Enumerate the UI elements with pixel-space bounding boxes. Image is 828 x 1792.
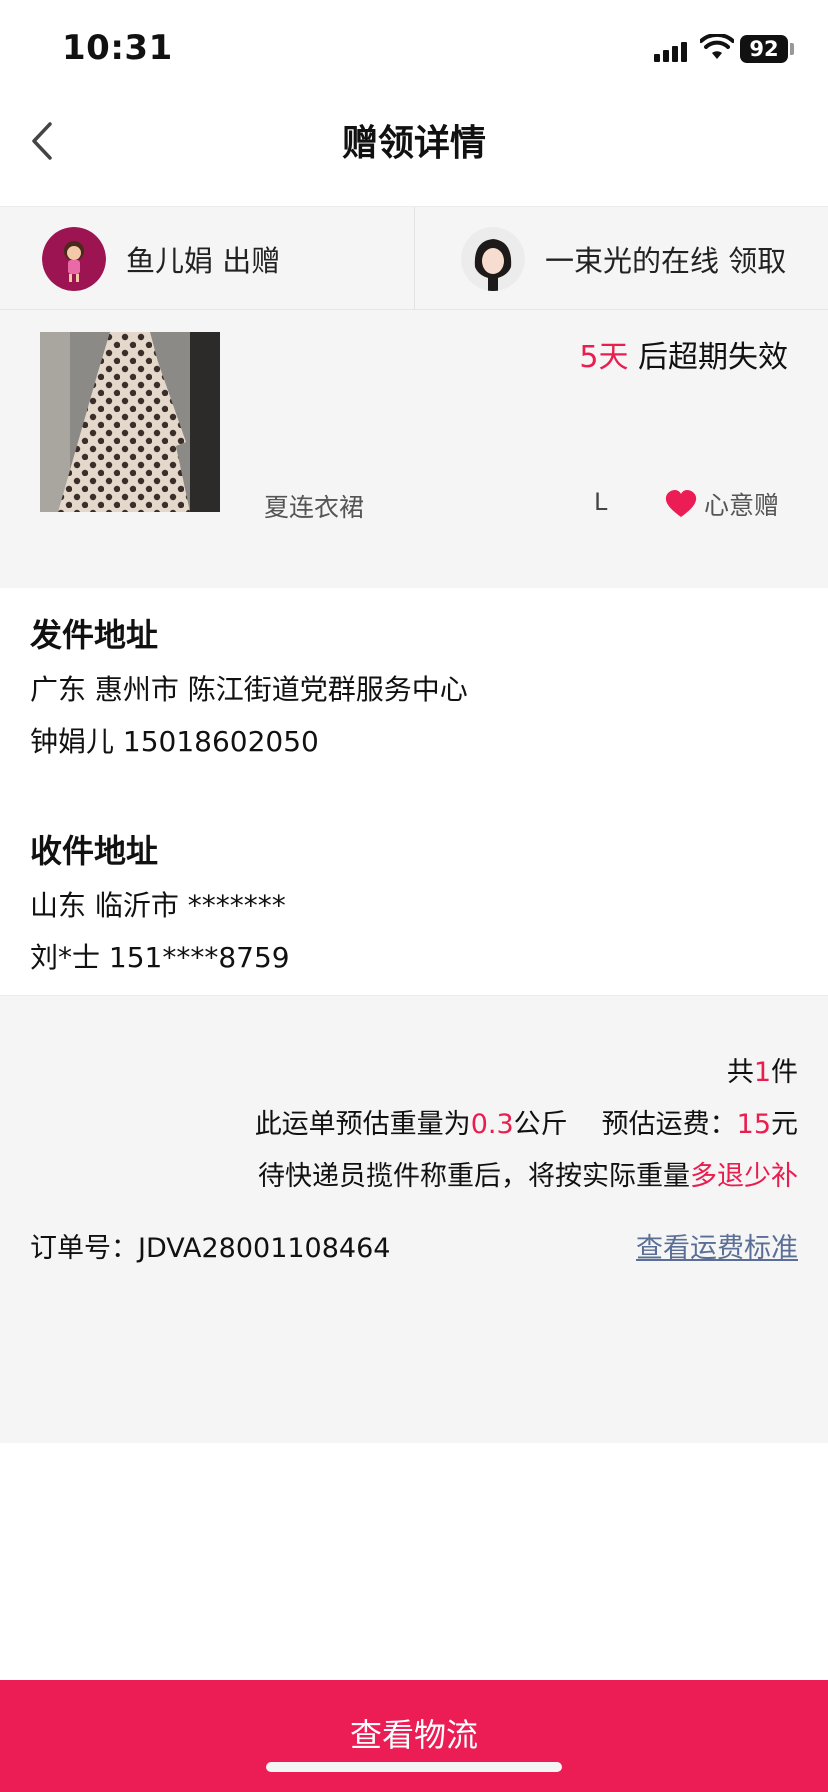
sender-contact: 钟娟儿 15018602050 <box>30 725 319 758</box>
giver-info[interactable]: 鱼儿娟 出赠 <box>0 207 413 311</box>
fee-standard-link[interactable]: 查看运费标准 <box>636 1226 798 1265</box>
sender-address-title: 发件地址 <box>30 616 159 654</box>
item-name: 夏连衣裙 <box>264 493 365 522</box>
wifi-icon <box>700 34 734 59</box>
status-time: 10:31 <box>62 28 173 68</box>
view-logistics-button[interactable]: 查看物流 <box>0 1680 828 1792</box>
receiver-address-title: 收件地址 <box>30 832 159 870</box>
giver-name: 鱼儿娟 出赠 <box>126 244 281 278</box>
battery-tip <box>790 43 794 55</box>
order-number: 订单号：JDVA28001108464 <box>30 1233 391 1264</box>
nav-bar: 赠领详情 <box>0 100 828 206</box>
sender-address-section: 发件地址 广东 惠州市 陈江街道党群服务中心 钟娟儿 15018602050 <box>0 588 828 781</box>
status-bar: 10:31 92 <box>0 0 828 100</box>
weight-adjust-note: 待快递员揽件称重后，将按实际重量多退少补 <box>258 1161 798 1192</box>
item-count: 共1件 <box>726 1057 798 1088</box>
participants-bar: 鱼儿娟 出赠 一束光的在线 领取 <box>0 206 828 311</box>
expiry-days: 5天 <box>579 340 629 375</box>
item-photo[interactable] <box>40 332 220 512</box>
weight-fee-line: 此运单预估重量为0.3公斤 预估运费：15元 <box>254 1109 798 1140</box>
expiry-suffix: 后超期失效 <box>628 340 788 375</box>
battery-icon: 92 <box>740 35 788 63</box>
receiver-avatar <box>461 227 525 291</box>
gift-type-badge: 心意赠 <box>664 486 779 522</box>
signal-icon <box>654 40 688 62</box>
home-indicator <box>266 1762 562 1772</box>
receiver-contact: 刘*士 151****8759 <box>30 941 290 974</box>
receiver-address-section: 收件地址 山东 临沂市 ******* 刘*士 151****8759 <box>0 804 828 995</box>
heart-icon <box>665 490 697 517</box>
gift-type-label: 心意赠 <box>704 491 780 520</box>
expiry-notice: 5天 后超期失效 <box>579 332 788 376</box>
receiver-name: 一束光的在线 领取 <box>545 244 787 278</box>
shipping-info: 共1件 此运单预估重量为0.3公斤 预估运费：15元 待快递员揽件称重后，将按实际… <box>0 995 828 1443</box>
item-card[interactable]: 5天 后超期失效 夏连衣裙 L 心意赠 <box>0 310 828 588</box>
receiver-address: 山东 临沂市 ******* <box>30 889 286 922</box>
receiver-info[interactable]: 一束光的在线 领取 <box>414 207 828 311</box>
sender-address: 广东 惠州市 陈江街道党群服务中心 <box>30 673 468 706</box>
giver-avatar <box>42 227 106 291</box>
item-size: L <box>594 488 608 516</box>
page-title: 赠领详情 <box>341 123 486 164</box>
